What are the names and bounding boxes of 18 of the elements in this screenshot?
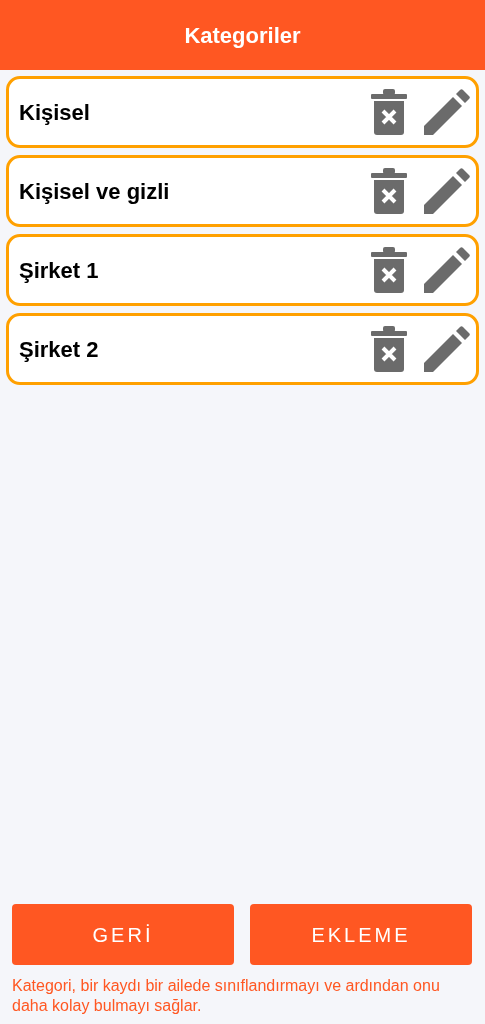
delete-icon[interactable] bbox=[370, 247, 408, 293]
category-card[interactable]: Kişisel bbox=[6, 76, 479, 148]
edit-icon[interactable] bbox=[424, 168, 470, 214]
edit-icon[interactable] bbox=[424, 89, 470, 135]
app-bar-title: Kategoriler bbox=[184, 21, 301, 50]
category-name: Şirket 2 bbox=[19, 335, 100, 364]
category-card[interactable]: Kişisel ve gizli bbox=[6, 155, 479, 227]
category-name: Şirket 1 bbox=[19, 256, 100, 285]
delete-icon[interactable] bbox=[370, 89, 408, 135]
category-card[interactable]: Şirket 2 bbox=[6, 313, 479, 385]
edit-icon[interactable] bbox=[424, 326, 470, 372]
category-name: Kişisel ve gizli bbox=[19, 177, 171, 206]
delete-icon[interactable] bbox=[370, 326, 408, 372]
edit-icon[interactable] bbox=[424, 247, 470, 293]
help-text: Kategori, bir kaydı bir ailede sınıflandırmayı ve ardından onu daha kolay bulmayı sağlar. bbox=[12, 976, 441, 1016]
category-card[interactable]: Şirket 1 bbox=[6, 234, 479, 306]
category-name: Kişisel bbox=[19, 98, 91, 127]
delete-icon[interactable] bbox=[370, 168, 408, 214]
